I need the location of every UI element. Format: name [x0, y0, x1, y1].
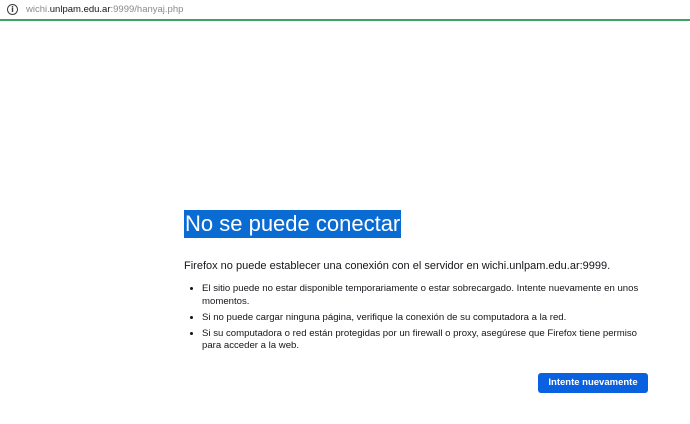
reasons-list: El sitio puede no estar disponible tempo… — [184, 283, 650, 353]
url-bar[interactable]: i wichi.unlpam.edu.ar:9999/hanyaj.php — [0, 0, 690, 21]
reason-item: El sitio puede no estar disponible tempo… — [202, 283, 650, 308]
reason-item: Si su computadora o red están protegidas… — [202, 328, 650, 353]
error-page: No se puede conectar Firefox no puede es… — [184, 210, 650, 356]
url-domain: unlpam.edu.ar — [49, 4, 111, 15]
url-prefix: wichi. — [26, 4, 50, 15]
info-icon[interactable]: i — [7, 4, 18, 15]
retry-button[interactable]: Intente nuevamente — [538, 373, 648, 393]
reason-item: Si no puede cargar ninguna página, verif… — [202, 312, 650, 325]
url-text[interactable]: wichi.unlpam.edu.ar:9999/hanyaj.php — [26, 4, 183, 15]
error-lead: Firefox no puede establecer una conexión… — [184, 260, 611, 272]
error-title: No se puede conectar — [184, 210, 402, 238]
url-suffix: :9999/hanyaj.php — [110, 4, 184, 15]
